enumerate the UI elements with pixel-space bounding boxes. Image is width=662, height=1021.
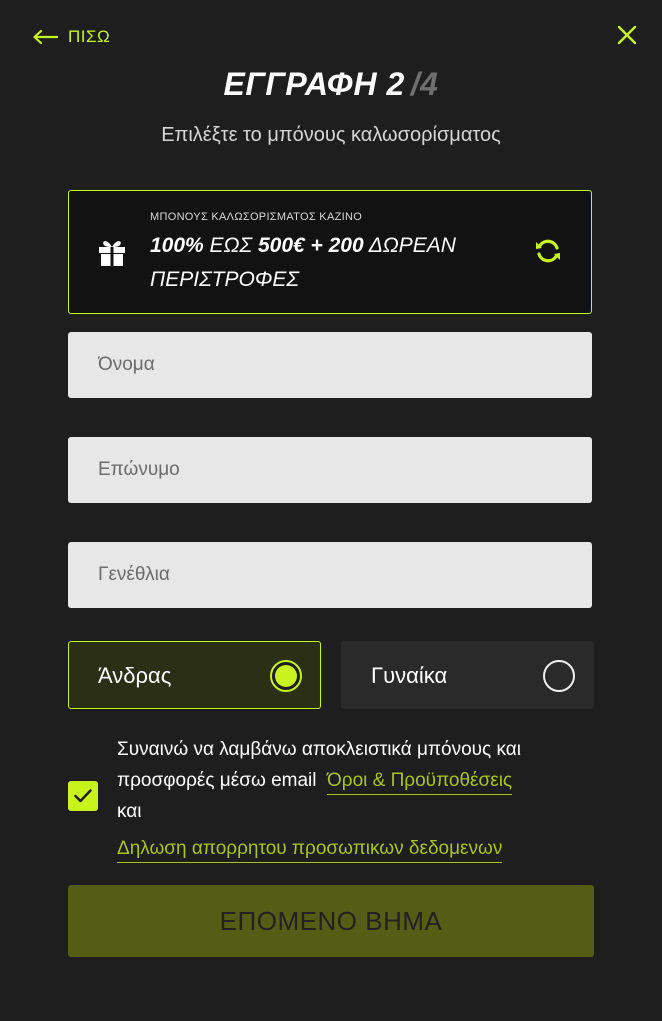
top-bar: ΠΙΣΩ xyxy=(0,0,662,70)
title-text: ΕΓΓΡΑΦΗ xyxy=(223,66,378,102)
radio-unselected-icon xyxy=(543,660,575,692)
checkmark-icon xyxy=(74,789,92,803)
birthday-input[interactable] xyxy=(68,542,592,608)
page-title: ΕΓΓΡΑΦΗ 2/4 xyxy=(0,66,662,103)
bonus-percent: 100% xyxy=(150,234,204,257)
next-step-button[interactable]: ΕΠΟΜΕΝΟ ΒΗΜΑ xyxy=(68,885,594,957)
step-total: /4 xyxy=(410,66,439,102)
last-name-input[interactable] xyxy=(68,437,592,503)
page-subtitle: Επιλέξτε το μπόνους καλωσορίσματος xyxy=(161,124,501,146)
consent-line-2: προσφορές μέσω email xyxy=(117,770,317,791)
close-icon[interactable] xyxy=(616,24,638,46)
bonus-headline: 100% ΕΩΣ 500€ + 200 ΔΩΡΕΑΝ ΠΕΡΙΣΤΡΟΦΕΣ xyxy=(150,229,530,297)
terms-link[interactable]: Όροι & Προϋποθέσεις xyxy=(327,770,513,795)
bonus-label: ΜΠΟΝΟΥΣ ΚΑΛΩΣΟΡΙΣΜΑΤΟΣ ΚΑΖΙΝΟ xyxy=(150,211,363,223)
back-button[interactable]: ΠΙΣΩ xyxy=(32,24,110,50)
arrow-left-icon xyxy=(33,29,58,45)
bonus-selector[interactable]: ΜΠΟΝΟΥΣ ΚΑΛΩΣΟΡΙΣΜΑΤΟΣ ΚΑΖΙΝΟ 100% ΕΩΣ 5… xyxy=(68,190,592,314)
consent-checkbox[interactable] xyxy=(68,781,98,811)
bonus-amount: 500€ + 200 xyxy=(257,234,364,257)
gender-female-option[interactable]: Γυναίκα xyxy=(341,641,594,709)
gender-male-label: Άνδρας xyxy=(98,663,172,688)
first-name-input[interactable] xyxy=(68,332,592,398)
step-current: 2 xyxy=(386,66,405,102)
gender-female-label: Γυναίκα xyxy=(371,663,448,688)
consent-and: και xyxy=(117,801,142,822)
consent-text: Συναινώ να λαμβάνω αποκλειστικά μπόνους … xyxy=(117,734,587,864)
bonus-up-to: ΕΩΣ xyxy=(203,234,258,257)
back-label: ΠΙΣΩ xyxy=(68,27,111,46)
privacy-link[interactable]: Δηλωση απορρητου προσωπικων δεδομενων xyxy=(117,838,503,863)
consent-line-1: Συναινώ να λαμβάνω αποκλειστικά μπόνους … xyxy=(117,739,521,760)
radio-selected-icon xyxy=(270,660,302,692)
gift-icon xyxy=(99,241,125,266)
refresh-icon[interactable] xyxy=(533,236,563,266)
gender-male-option[interactable]: Άνδρας xyxy=(68,641,321,709)
